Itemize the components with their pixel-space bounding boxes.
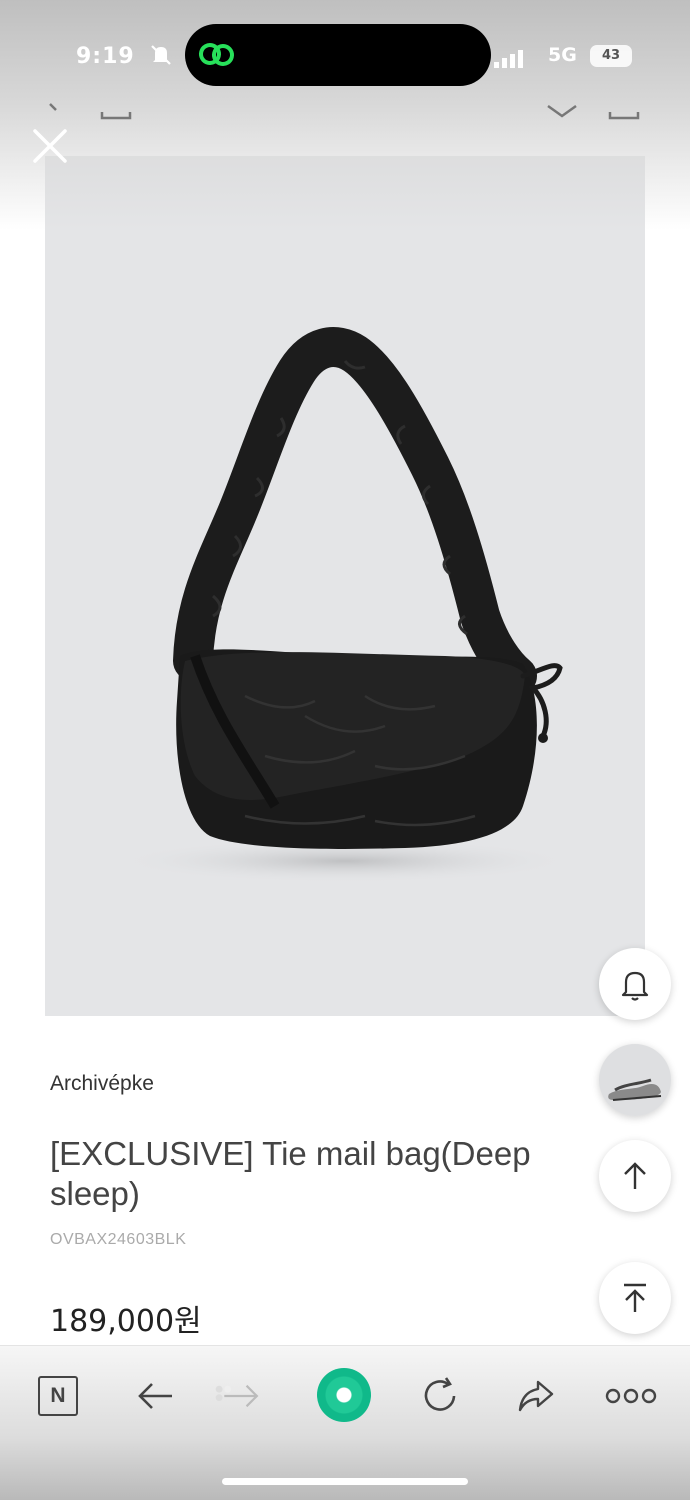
close-icon[interactable] <box>30 126 70 166</box>
shoe-thumbnail-icon <box>599 1044 671 1116</box>
link-app-icon <box>199 43 234 66</box>
product-price: 189,000원 <box>50 1304 202 1339</box>
bag-illustration <box>115 327 575 883</box>
battery-indicator: 43 <box>590 45 632 67</box>
scroll-up-button[interactable] <box>599 1140 671 1212</box>
recent-item-thumbnail[interactable] <box>599 1044 671 1116</box>
home-indicator[interactable] <box>222 1478 468 1485</box>
browser-toolbar: N <box>0 1360 690 1430</box>
dynamic-island <box>185 24 491 86</box>
reload-icon[interactable] <box>416 1372 464 1420</box>
green-window-button[interactable] <box>317 1368 371 1422</box>
scroll-top-icon <box>624 1283 646 1312</box>
product-sku: OVBAX24603BLK <box>50 1231 187 1248</box>
bell-icon <box>621 971 649 1001</box>
status-time: 9:19 <box>76 44 135 69</box>
brand-name[interactable]: Archivépke <box>50 1072 154 1096</box>
back-arrow-icon[interactable] <box>132 1372 180 1420</box>
share-icon[interactable] <box>512 1372 560 1420</box>
notify-button[interactable] <box>599 948 671 1020</box>
product-title: [EXCLUSIVE] Tie mail bag(Deep sleep) <box>50 1135 531 1212</box>
faded-header-icons <box>49 103 640 120</box>
mute-bell-icon <box>151 45 171 65</box>
status-bar: 9:19 5G 43 <box>0 20 690 90</box>
arrow-up-icon <box>624 1162 646 1189</box>
more-icon[interactable] <box>604 1372 658 1420</box>
scroll-top-button[interactable] <box>599 1262 671 1334</box>
forward-arrow-icon[interactable] <box>214 1372 262 1420</box>
product-image[interactable] <box>45 156 645 1016</box>
naver-home-button[interactable]: N <box>38 1376 78 1416</box>
signal-icon <box>494 50 523 68</box>
network-type: 5G <box>548 44 577 66</box>
